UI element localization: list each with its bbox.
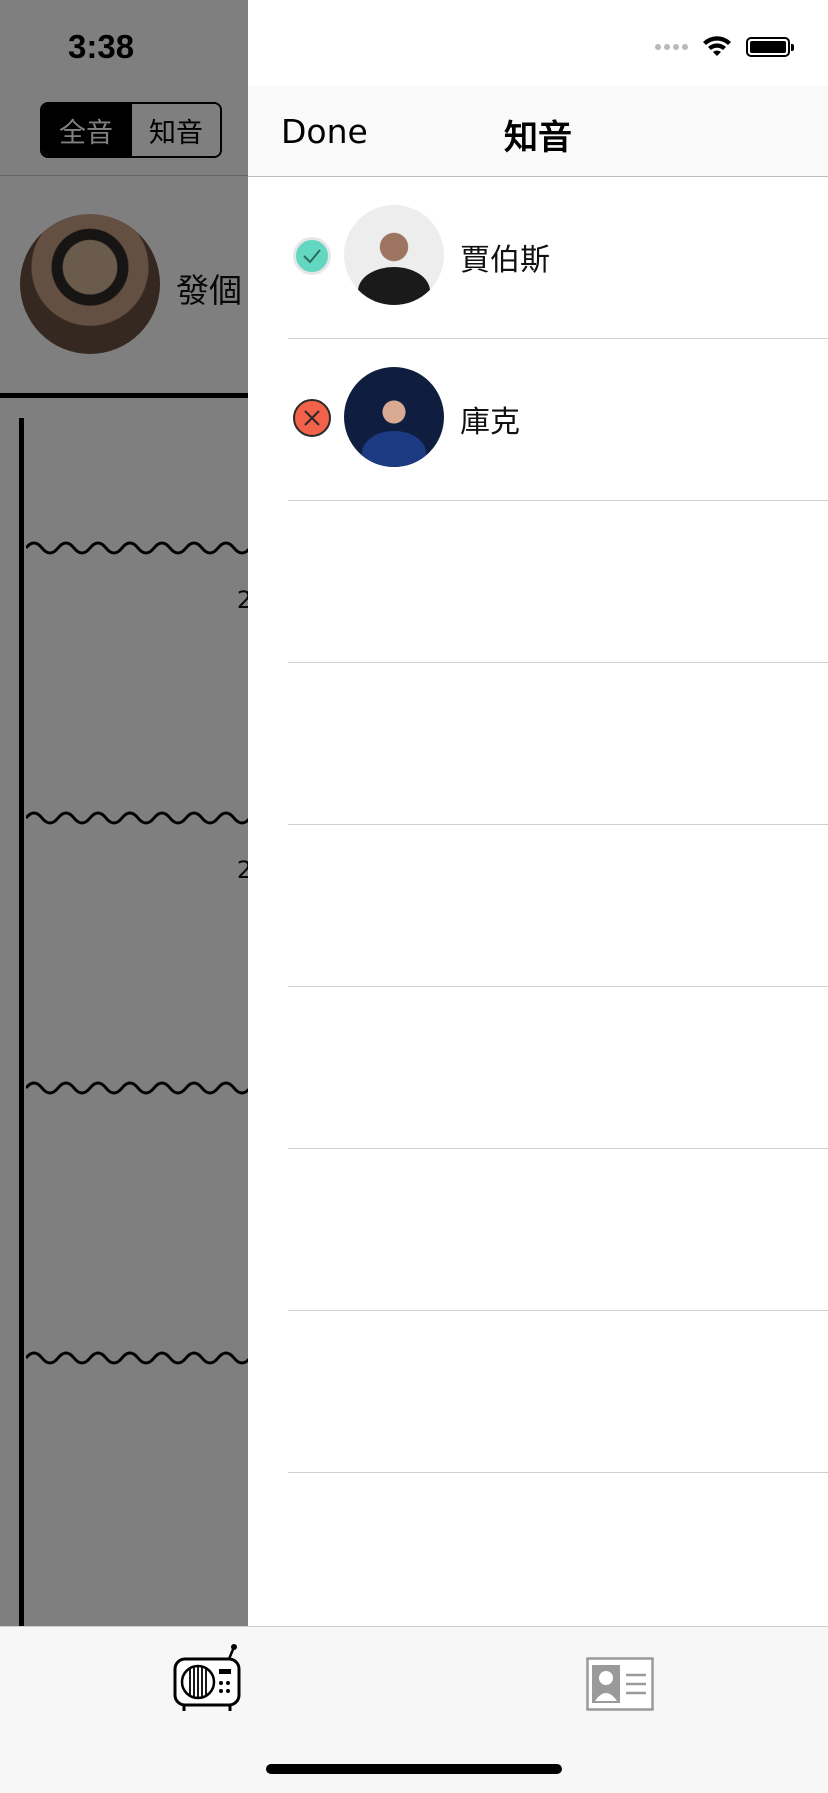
check-icon[interactable] [293,237,331,275]
nav-bar: Done 知音 [248,86,828,177]
avatar [344,205,444,305]
page-title: 知音 [504,118,572,158]
empty-row [288,825,828,987]
friends-panel: Done 知音 賈伯斯 庫克 [248,0,828,1626]
wifi-icon [702,36,732,58]
contact-card-icon[interactable] [586,1657,654,1715]
empty-row [288,501,828,663]
cellular-signal-icon [655,44,688,50]
friend-row[interactable]: 庫克 [288,339,828,501]
friend-row[interactable]: 賈伯斯 [288,177,828,339]
battery-icon [746,37,794,57]
empty-row [288,1311,828,1473]
empty-row [288,663,828,825]
avatar [344,367,444,467]
friend-name: 賈伯斯 [460,243,550,278]
dim-overlay[interactable] [0,0,248,1626]
status-icons [655,36,794,58]
x-icon[interactable] [293,399,331,437]
empty-row [288,987,828,1149]
home-indicator [266,1764,562,1774]
friend-name: 庫克 [460,405,520,440]
radio-icon[interactable] [172,1643,244,1719]
empty-row [288,1149,828,1311]
